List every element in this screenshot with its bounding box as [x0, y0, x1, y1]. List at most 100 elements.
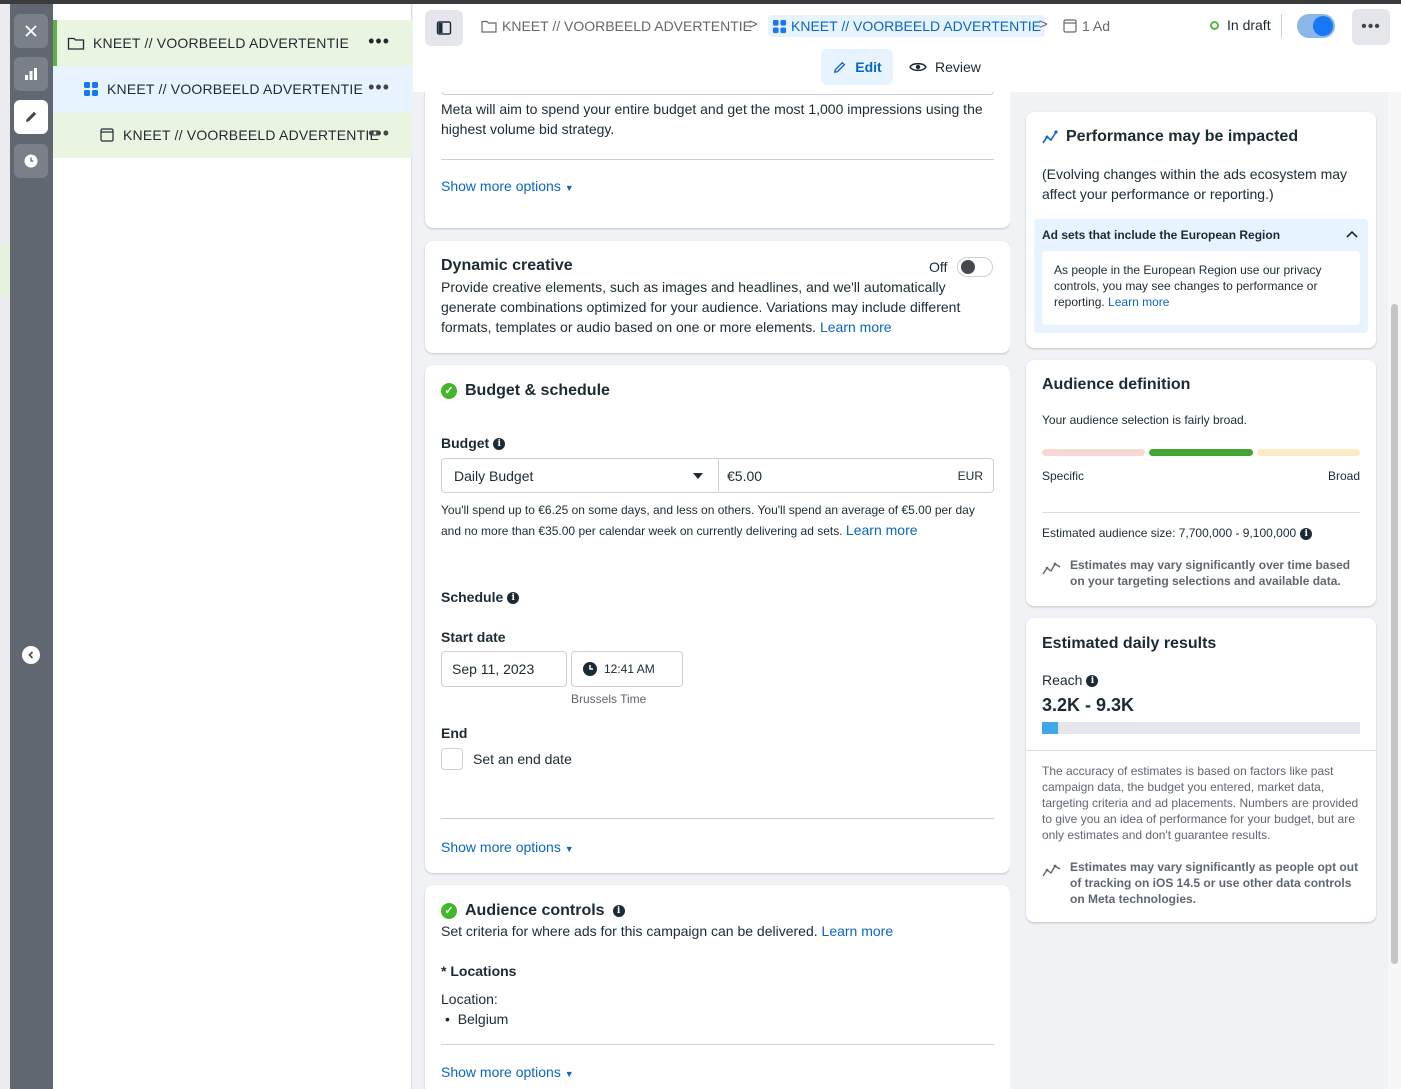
tab-edit[interactable]: Edit	[821, 49, 893, 85]
bid-strategy-text: Meta will aim to spend your entire budge…	[441, 101, 983, 137]
learn-more-link[interactable]: Learn more	[846, 522, 918, 538]
divider	[441, 159, 994, 160]
background-window-strip	[0, 4, 10, 1089]
info-icon[interactable]: i	[493, 438, 506, 451]
tree-item-campaign[interactable]: KNEET // VOORBEELD ADVERTENTIE •••	[53, 20, 412, 66]
breadcrumb-label: KNEET // VOORBEELD ADVERTENTIE	[502, 18, 752, 34]
region-description: As people in the European Region use our…	[1054, 262, 1344, 310]
caret-down-icon: ▼	[564, 844, 574, 854]
more-icon: •••	[1361, 18, 1381, 35]
tab-review[interactable]: Review	[909, 49, 981, 85]
reach-bar-track	[1042, 722, 1360, 734]
region-body: As people in the European Region use our…	[1042, 251, 1360, 325]
info-icon[interactable]: i	[1086, 675, 1099, 688]
location-value: Belgium	[457, 1011, 509, 1027]
clock-icon	[583, 662, 597, 676]
timezone-label: Brussels Time	[571, 692, 647, 706]
edit-mode-button[interactable]	[14, 100, 48, 134]
start-date-value: Sep 11, 2023	[452, 661, 535, 677]
start-time-input[interactable]: 12:41 AM	[571, 651, 683, 687]
meter-broad-label: Broad	[1327, 469, 1360, 483]
toggle-label: Off	[929, 259, 948, 275]
show-more-label: Show more options	[441, 839, 561, 855]
tree-item-label: KNEET // VOORBEELD ADVERTENTIE	[123, 127, 379, 143]
meter-broad-segment	[1257, 449, 1360, 456]
bid-strategy-card: Meta will aim to spend your entire budge…	[425, 92, 1010, 228]
adset-active-toggle[interactable]	[1297, 14, 1335, 38]
close-icon	[25, 25, 37, 37]
meter-specific-segment	[1042, 449, 1145, 456]
dynamic-creative-card: Dynamic creative Off Provide creative el…	[425, 241, 1010, 353]
reach-label: Reach	[1042, 672, 1083, 688]
draft-status: In draft	[1210, 17, 1271, 33]
breadcrumb-adset[interactable]: KNEET // VOORBEELD ADVERTENTIE	[768, 15, 1045, 37]
history-button[interactable]	[14, 144, 48, 178]
sidebar-scrollbar[interactable]	[1388, 92, 1401, 1089]
sidebar-toggle-button[interactable]	[425, 10, 463, 46]
bid-input-edge	[441, 92, 994, 95]
budget-note: You'll spend up to €6.25 on some days, a…	[441, 500, 993, 541]
region-text: As people in the European Region use our…	[1054, 263, 1322, 309]
charts-button[interactable]	[14, 57, 48, 91]
breadcrumb-campaign[interactable]: KNEET // VOORBEELD ADVERTENTIE	[481, 15, 752, 37]
scrollbar-thumb[interactable]	[1391, 304, 1398, 964]
show-more-options-link[interactable]: Show more options ▼	[441, 1064, 574, 1080]
show-more-options-link[interactable]: Show more options ▼	[441, 178, 574, 194]
european-region-panel: Ad sets that include the European Region…	[1034, 219, 1368, 333]
close-button[interactable]	[14, 14, 48, 48]
editor-main: Meta will aim to spend your entire budge…	[413, 92, 1010, 1089]
learn-more-link[interactable]: Learn more	[1108, 295, 1169, 309]
end-date-label: Set an end date	[473, 751, 572, 767]
tab-label: Edit	[855, 59, 882, 75]
budget-amount-input[interactable]: €5.00 EUR	[718, 458, 994, 493]
budget-amount-value: €5.00	[727, 467, 763, 484]
budget-type-select[interactable]: Daily Budget	[441, 458, 719, 493]
show-more-label: Show more options	[441, 178, 561, 194]
info-icon[interactable]: i	[507, 592, 520, 605]
info-icon[interactable]: i	[612, 904, 625, 917]
audience-controls-heading: ✓ Audience controls i	[441, 902, 625, 920]
performance-heading: Performance may be impacted	[1042, 128, 1298, 146]
end-date-checkbox[interactable]	[441, 748, 463, 770]
tree-item-adset[interactable]: KNEET // VOORBEELD ADVERTENTIE •••	[53, 66, 412, 112]
tree-item-ad[interactable]: KNEET // VOORBEELD ADVERTENTIE •••	[53, 112, 412, 158]
dynamic-creative-toggle[interactable]	[957, 257, 993, 277]
ad-more-button[interactable]: •••	[368, 124, 390, 142]
budget-schedule-card: ✓ Budget & schedule Budget i Daily Budget …	[425, 365, 1010, 873]
status-dot-icon	[1210, 20, 1219, 30]
ad-icon	[1063, 19, 1077, 33]
pencil-icon	[26, 111, 37, 122]
start-time-value: 12:41 AM	[604, 662, 655, 676]
audience-definition-card: Audience definition Your audience select…	[1026, 360, 1376, 606]
collapse-panel-button[interactable]	[22, 646, 40, 664]
header-more-button[interactable]: •••	[1352, 9, 1390, 45]
adset-more-button[interactable]: •••	[368, 78, 390, 96]
budget-schedule-heading: ✓ Budget & schedule	[441, 382, 610, 400]
clock-icon	[24, 154, 38, 168]
locations-label-row: * Locations	[441, 963, 516, 979]
start-date-input[interactable]: Sep 11, 2023	[441, 651, 567, 687]
budget-schedule-title: Budget & schedule	[465, 382, 610, 399]
learn-more-link[interactable]: Learn more	[820, 319, 892, 335]
breadcrumb-ad[interactable]: 1 Ad	[1063, 15, 1110, 37]
ad-icon	[100, 128, 114, 142]
ios-estimate-note: Estimates may vary significantly as peop…	[1070, 860, 1359, 906]
currency-label: EUR	[957, 469, 983, 483]
tree-item-label: KNEET // VOORBEELD ADVERTENTIE	[107, 81, 363, 97]
info-icon[interactable]: i	[1300, 527, 1313, 540]
chevron-right-icon: >	[1039, 16, 1048, 33]
pencil-icon	[834, 61, 846, 73]
reach-label-row: Reach i	[1042, 672, 1099, 688]
show-more-options-link[interactable]: Show more options ▼	[441, 839, 574, 855]
audience-controls-text: Set criteria for where ads for this camp…	[441, 923, 818, 939]
chevron-up-icon[interactable]	[1346, 230, 1358, 238]
fluctuation-icon	[1042, 864, 1061, 877]
fluctuation-icon	[1042, 562, 1061, 575]
budget-label: Budget	[441, 435, 490, 451]
caret-down-icon	[693, 473, 703, 479]
audience-controls-title: Audience controls	[465, 902, 605, 919]
campaign-more-button[interactable]: •••	[368, 32, 390, 50]
learn-more-link[interactable]: Learn more	[822, 923, 894, 939]
folder-icon	[67, 37, 85, 50]
sidebar-icon	[436, 21, 452, 35]
